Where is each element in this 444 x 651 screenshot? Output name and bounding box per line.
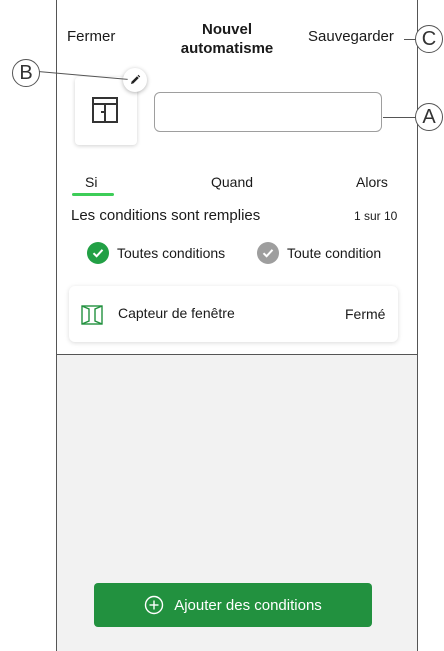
window-panel-icon xyxy=(92,97,118,123)
option-any-condition[interactable]: Toute condition xyxy=(257,242,381,264)
option-all-conditions[interactable]: Toutes conditions xyxy=(87,242,225,264)
page-title: Nouvel automatisme xyxy=(180,21,274,57)
callout-a-line xyxy=(383,117,417,118)
check-selected-icon xyxy=(87,242,109,264)
plus-circle-icon xyxy=(145,595,164,615)
callout-a: A xyxy=(415,103,443,131)
check-unselected-icon xyxy=(257,242,279,264)
callout-c: C xyxy=(415,25,443,53)
conditions-count: 1 sur 10 xyxy=(354,209,398,223)
pencil-icon xyxy=(131,74,141,84)
save-button[interactable]: Sauvegarder xyxy=(308,28,394,45)
callout-b: B xyxy=(12,59,40,87)
conditions-label: Les conditions sont remplies xyxy=(71,207,261,224)
option-label: Toute condition xyxy=(287,245,382,261)
window-sensor-icon xyxy=(81,305,103,325)
sensor-name: Capteur de fenêtre xyxy=(118,305,235,321)
active-tab-indicator xyxy=(72,193,114,196)
close-button[interactable]: Fermer xyxy=(67,28,115,45)
tab-si[interactable]: Si xyxy=(85,174,97,190)
add-conditions-label: Ajouter des conditions xyxy=(174,596,322,614)
sensor-state: Fermé xyxy=(345,306,386,322)
add-conditions-button[interactable]: Ajouter des conditions xyxy=(94,583,372,627)
tab-alors[interactable]: Alors xyxy=(356,174,388,190)
option-label: Toutes conditions xyxy=(117,245,226,261)
app-screen: Fermer Nouvel automatisme Sauvegarder Si… xyxy=(56,0,418,651)
automation-name-input[interactable] xyxy=(154,92,382,132)
tab-quand[interactable]: Quand xyxy=(211,174,253,190)
editor-panel: Fermer Nouvel automatisme Sauvegarder Si… xyxy=(57,0,417,355)
edit-icon-button[interactable] xyxy=(123,68,147,92)
condition-card-window-sensor[interactable]: Capteur de fenêtre Fermé xyxy=(69,286,398,342)
